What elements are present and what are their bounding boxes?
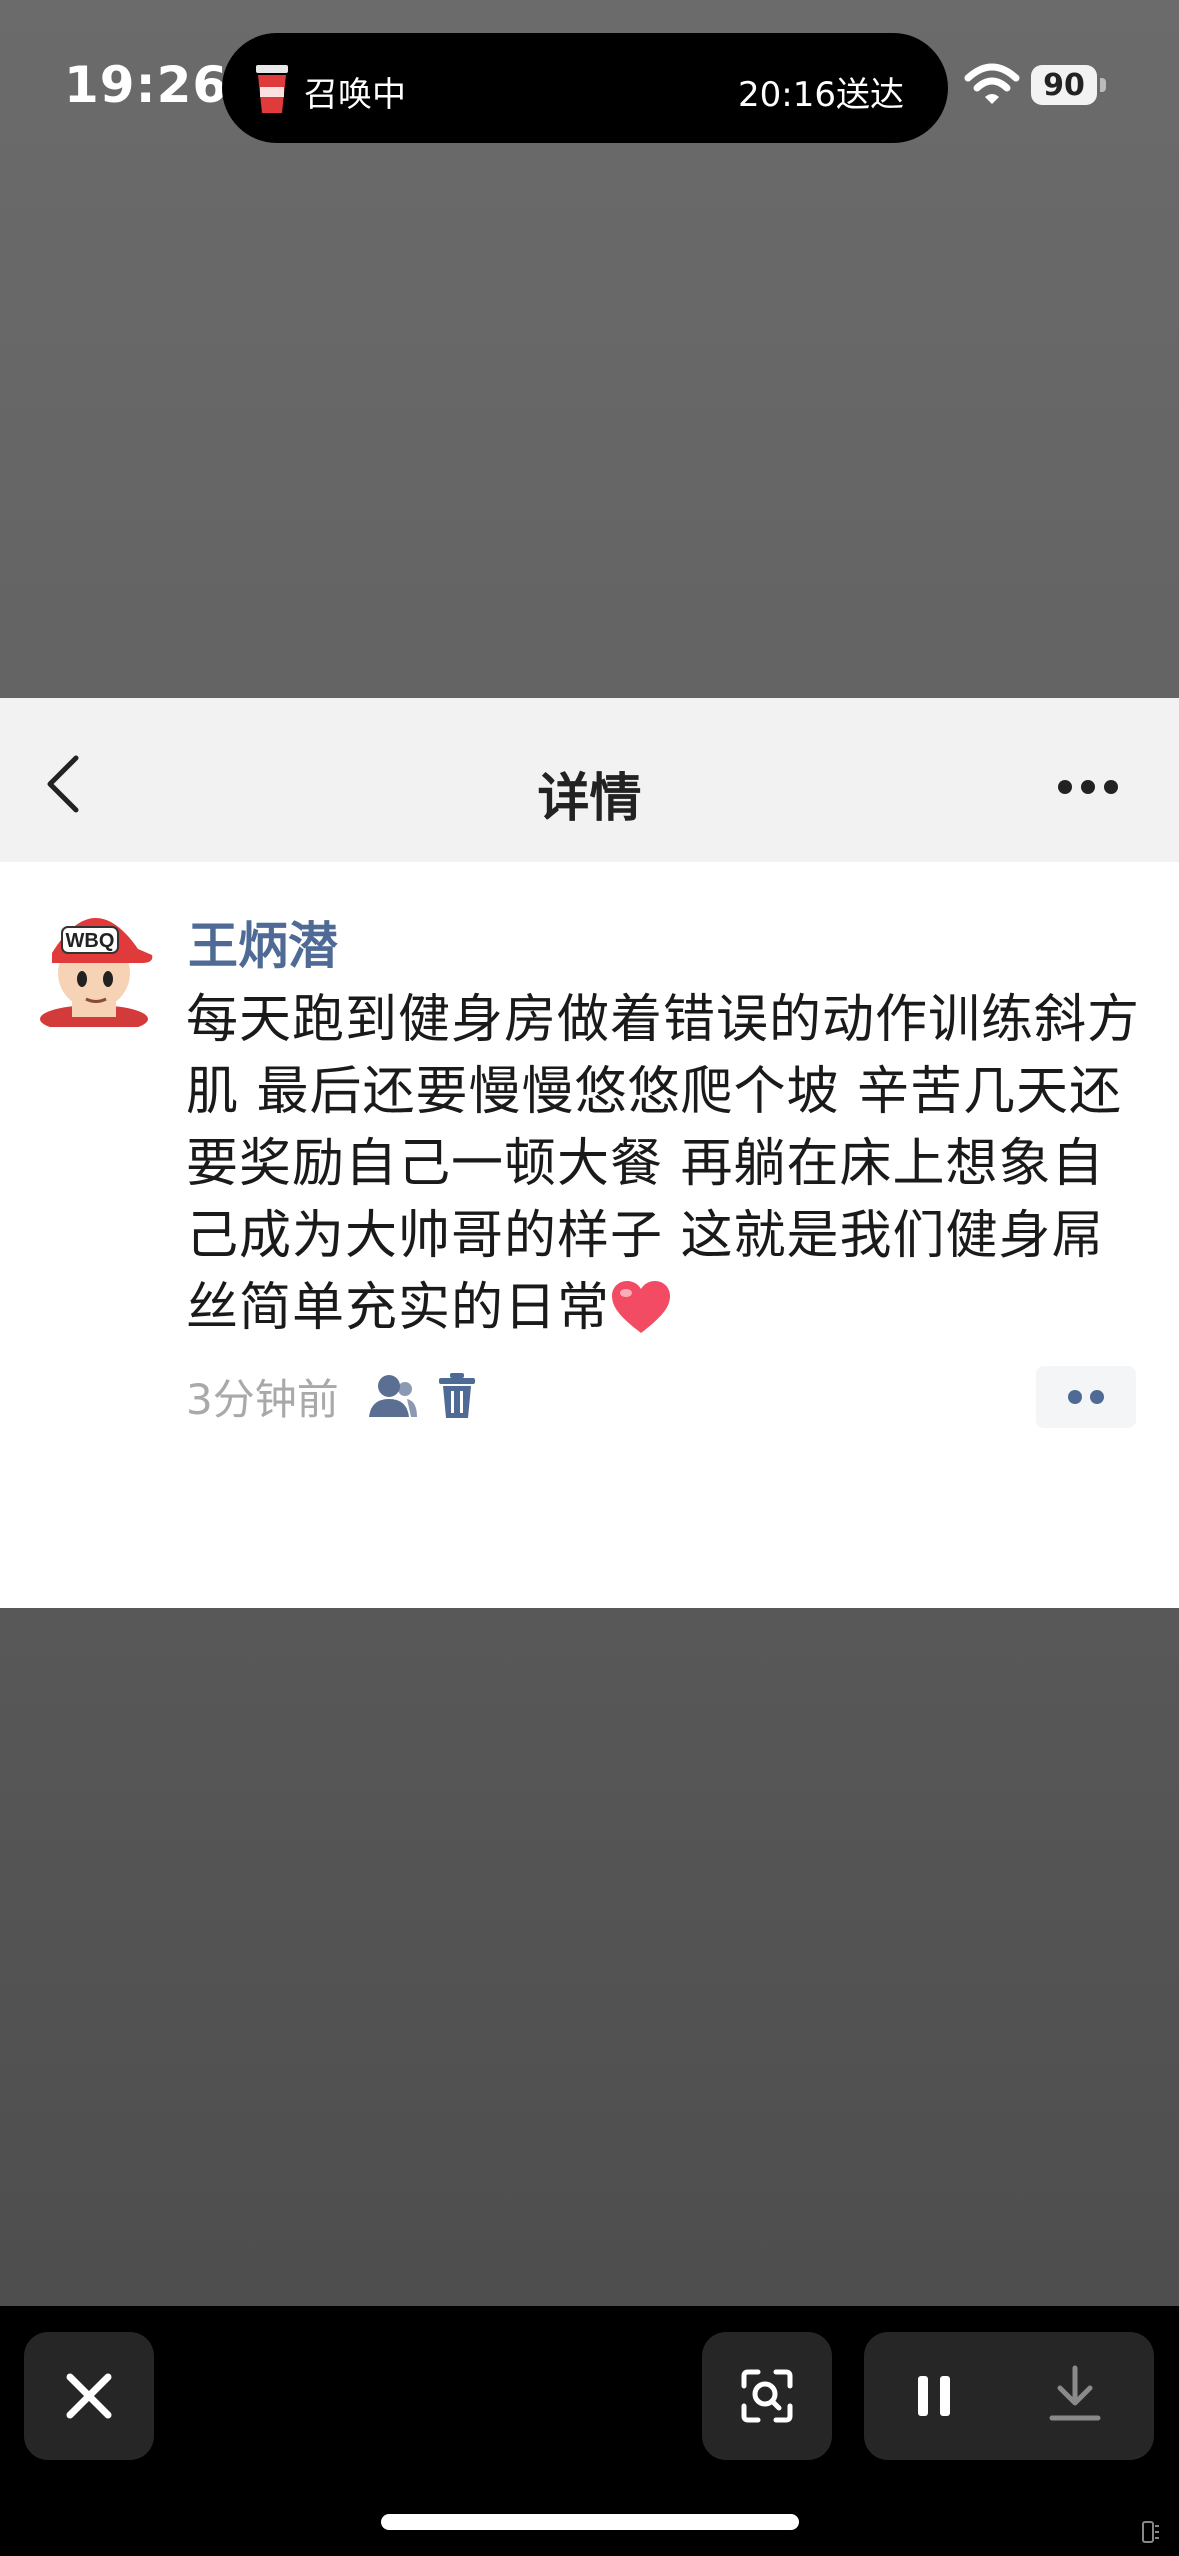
close-icon bbox=[66, 2373, 112, 2419]
more-icon[interactable] bbox=[1056, 778, 1120, 796]
scan-icon bbox=[741, 2369, 793, 2423]
status-time: 19:26 bbox=[64, 56, 229, 114]
media-controls bbox=[864, 2332, 1154, 2460]
scan-button[interactable] bbox=[702, 2332, 832, 2460]
comment-dots-icon bbox=[1068, 1390, 1104, 1404]
wifi-icon bbox=[964, 63, 1020, 104]
person-icon[interactable] bbox=[367, 1373, 419, 1419]
post-detail-card: 详情 WBQ 王炳潜 每天跑到健身房做着错误的动作训练斜方肌 最后还要慢慢悠悠爬… bbox=[0, 698, 1179, 1608]
battery-indicator: 90 bbox=[1031, 65, 1097, 105]
home-indicator[interactable] bbox=[381, 2514, 799, 2530]
post-meta: 3分钟前 bbox=[186, 1366, 477, 1426]
heart-emoji-icon bbox=[612, 1281, 671, 1333]
pause-icon[interactable] bbox=[904, 2366, 964, 2426]
svg-text:WBQ: WBQ bbox=[66, 930, 115, 952]
post-content: 每天跑到健身房做着错误的动作训练斜方肌 最后还要慢慢悠悠爬个坡 辛苦几天还要奖励… bbox=[186, 984, 1156, 1344]
island-eta-text: 20:16送达 bbox=[738, 75, 904, 115]
comment-button[interactable] bbox=[1036, 1366, 1136, 1428]
trash-icon[interactable] bbox=[437, 1372, 477, 1420]
corner-mark-icon bbox=[1142, 2521, 1159, 2543]
avatar[interactable]: WBQ bbox=[38, 901, 156, 1027]
dynamic-island[interactable]: 召唤中 20:16送达 bbox=[222, 33, 948, 143]
close-button[interactable] bbox=[24, 2332, 154, 2460]
page-title: 详情 bbox=[537, 769, 642, 829]
download-icon[interactable] bbox=[1040, 2362, 1110, 2428]
cup-icon bbox=[256, 65, 288, 113]
status-bar: 19:26 召唤中 20:16送达 90 bbox=[0, 0, 1179, 170]
post-time: 3分钟前 bbox=[186, 1374, 339, 1424]
island-status-text: 召唤中 bbox=[304, 75, 406, 115]
battery-tip bbox=[1100, 78, 1106, 92]
nav-bar: 详情 bbox=[0, 698, 1179, 862]
username[interactable]: 王炳潜 bbox=[188, 906, 338, 978]
